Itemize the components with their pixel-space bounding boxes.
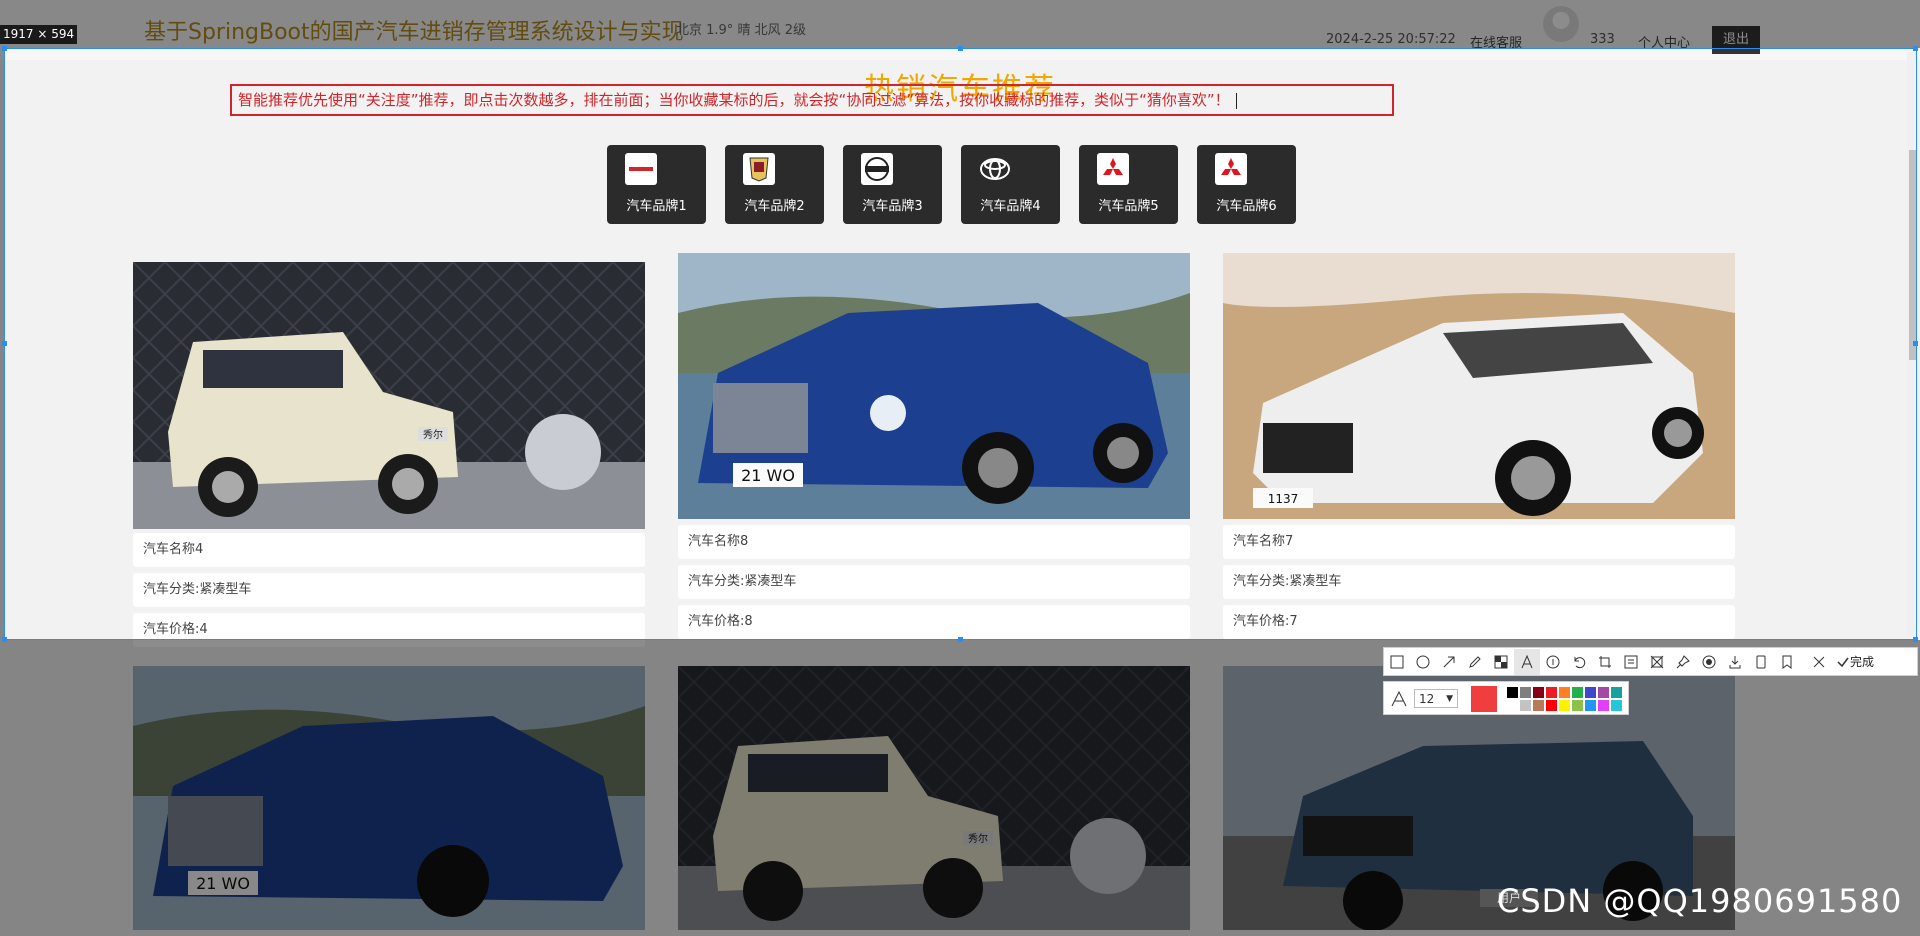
car-price: 汽车价格:7: [1223, 605, 1735, 639]
chevron-down-icon: ▼: [1446, 694, 1453, 704]
nissan-logo-icon: [861, 153, 893, 185]
text-cursor: [1235, 92, 1237, 109]
color-swatch[interactable]: [1559, 700, 1570, 711]
car-photo[interactable]: 秀尔: [133, 262, 645, 529]
color-swatch[interactable]: [1533, 700, 1544, 711]
ellipse-icon[interactable]: [1410, 649, 1436, 675]
current-color[interactable]: [1471, 686, 1497, 712]
resize-handle[interactable]: [2, 637, 7, 642]
crop-icon[interactable]: [1592, 649, 1618, 675]
recommendation-tip: 智能推荐优先使用“关注度”推荐，即点击次数越多，排在前面；当你收藏某标的后，就会…: [238, 91, 1230, 109]
color-swatch[interactable]: [1507, 687, 1518, 698]
resize-handle[interactable]: [2, 46, 7, 51]
car-photo[interactable]: 1137: [1223, 253, 1735, 519]
color-swatch[interactable]: [1507, 700, 1518, 711]
color-swatch[interactable]: [1572, 687, 1583, 698]
car-name[interactable]: 汽车名称8: [678, 525, 1190, 559]
color-swatch[interactable]: [1559, 687, 1570, 698]
font-icon: [1390, 690, 1408, 712]
check-icon: [1837, 657, 1849, 667]
brand-name: 汽车品牌3: [862, 199, 923, 214]
rectangle-icon[interactable]: [1384, 649, 1410, 675]
done-label: 完成: [1850, 655, 1875, 669]
save-icon[interactable]: [1722, 649, 1748, 675]
color-swatch[interactable]: [1611, 700, 1622, 711]
color-swatch[interactable]: [1585, 700, 1596, 711]
pen-icon[interactable]: [1462, 649, 1488, 675]
bookmark-icon[interactable]: [1774, 649, 1800, 675]
car-photo[interactable]: 21 WO: [678, 253, 1190, 519]
capture-toolbar: 完成: [1383, 647, 1918, 676]
arrow-icon[interactable]: [1436, 649, 1462, 675]
color-swatch[interactable]: [1520, 687, 1531, 698]
annotation-text-box[interactable]: 智能推荐优先使用“关注度”推荐，即点击次数越多，排在前面；当你收藏某标的后，就会…: [230, 84, 1394, 116]
color-swatch[interactable]: [1533, 687, 1544, 698]
cadillac-logo-icon: [743, 153, 775, 185]
record-icon[interactable]: [1696, 649, 1722, 675]
font-size-select[interactable]: 12 ▼: [1414, 689, 1458, 708]
dim-overlay: [0, 0, 1920, 48]
resize-handle[interactable]: [958, 637, 963, 642]
color-swatch[interactable]: [1598, 700, 1609, 711]
brand-button[interactable]: 汽车品牌3: [843, 145, 942, 224]
car-name[interactable]: 汽车名称4: [133, 533, 645, 567]
ocr-icon[interactable]: [1618, 649, 1644, 675]
resize-handle[interactable]: [1913, 46, 1918, 51]
mitsubishi-logo-icon: [1097, 153, 1129, 185]
mosaic-icon[interactable]: [1488, 649, 1514, 675]
brand-name: 汽车品牌6: [1216, 199, 1277, 214]
text-icon[interactable]: [1514, 648, 1540, 675]
color-swatch[interactable]: [1520, 700, 1531, 711]
car-name[interactable]: 汽车名称7: [1223, 525, 1735, 559]
font-size-value: 12: [1419, 692, 1435, 706]
scrollbar-thumb[interactable]: [1909, 150, 1917, 360]
brand-button[interactable]: 汽车品牌2: [725, 145, 824, 224]
color-swatch[interactable]: [1598, 687, 1609, 698]
close-icon[interactable]: [1806, 649, 1832, 675]
brand-button[interactable]: 汽车品牌5: [1079, 145, 1178, 224]
toyota-logo-icon: [979, 153, 1011, 185]
car-price: 汽车价格:8: [678, 605, 1190, 639]
number-icon[interactable]: [1540, 649, 1566, 675]
car-category: 汽车分类:紧凑型车: [678, 565, 1190, 599]
car-category: 汽车分类:紧凑型车: [133, 573, 645, 607]
brand-name: 汽车品牌4: [980, 199, 1041, 214]
color-swatch[interactable]: [1546, 687, 1557, 698]
mitsubishi-logo-icon: [1215, 153, 1247, 185]
pin-icon[interactable]: [1670, 649, 1696, 675]
selection-size-label: 1917 × 594: [0, 25, 78, 44]
brand-button[interactable]: 汽车品牌1: [607, 145, 706, 224]
brand-button[interactable]: 汽车品牌4: [961, 145, 1060, 224]
undo-icon[interactable]: [1566, 649, 1592, 675]
text-style-bar: 12 ▼: [1383, 681, 1629, 715]
resize-handle[interactable]: [1913, 341, 1918, 346]
brand-name: 汽车品牌1: [626, 199, 687, 214]
color-swatch[interactable]: [1572, 700, 1583, 711]
color-swatch[interactable]: [1546, 700, 1557, 711]
color-swatch[interactable]: [1611, 687, 1622, 698]
translate-icon[interactable]: [1644, 649, 1670, 675]
resize-handle[interactable]: [958, 46, 963, 51]
honda-logo-icon: [625, 153, 657, 185]
brand-name: 汽车品牌2: [744, 199, 805, 214]
brand-button[interactable]: 汽车品牌6: [1197, 145, 1296, 224]
color-swatch[interactable]: [1585, 687, 1596, 698]
resize-handle[interactable]: [2, 341, 7, 346]
phone-icon[interactable]: [1748, 649, 1774, 675]
resize-handle[interactable]: [1913, 637, 1918, 642]
watermark: CSDN @QQ1980691580: [1497, 882, 1903, 920]
plate-text: 21 WO: [741, 466, 795, 485]
plate-text: 秀尔: [423, 428, 443, 441]
car-category: 汽车分类:紧凑型车: [1223, 565, 1735, 599]
plate-text: 1137: [1268, 492, 1299, 506]
brand-name: 汽车品牌5: [1098, 199, 1159, 214]
done-button[interactable]: 完成: [1836, 653, 1874, 670]
